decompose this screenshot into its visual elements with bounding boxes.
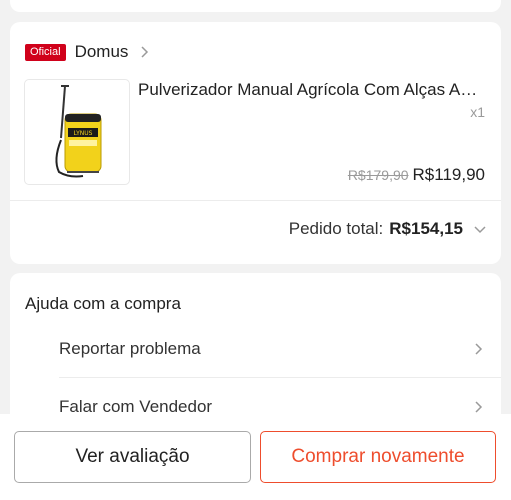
divider [59, 377, 501, 378]
chevron-right-icon [141, 46, 149, 58]
action-footer: Ver avaliação Comprar novamente [0, 414, 511, 500]
order-total-value: R$154,15 [389, 219, 463, 238]
help-card: Ajuda com a compra Reportar problema Fal… [10, 273, 501, 433]
buy-again-button[interactable]: Comprar novamente [260, 431, 496, 483]
divider [10, 200, 501, 201]
order-total-row[interactable]: Pedido total: R$154,15 [289, 219, 487, 239]
chevron-down-icon[interactable] [473, 222, 487, 236]
sprayer-image: LYNUS [55, 85, 102, 178]
product-thumbnail[interactable]: LYNUS [24, 79, 130, 185]
official-badge: Oficial [25, 43, 66, 61]
product-quantity: x1 [470, 104, 485, 120]
sale-price: R$119,90 [412, 165, 485, 184]
order-card: Oficial Domus LYNUS Pulverizador Manual … [10, 22, 501, 264]
chevron-right-icon [475, 401, 483, 413]
view-review-button[interactable]: Ver avaliação [14, 431, 251, 483]
store-header[interactable]: Oficial Domus [25, 41, 151, 63]
report-problem-label: Reportar problema [59, 339, 201, 358]
product-name[interactable]: Pulverizador Manual Agrícola Com Alças A… [138, 80, 478, 100]
previous-card [10, 0, 501, 12]
report-problem-item[interactable]: Reportar problema [59, 329, 501, 369]
chevron-right-icon [475, 343, 483, 355]
original-price: R$179,90 [347, 167, 409, 183]
help-title: Ajuda com a compra [25, 294, 181, 313]
price-row: R$179,90 R$119,90 [348, 165, 485, 185]
store-name[interactable]: Domus [75, 42, 129, 62]
order-total-label: Pedido total: [288, 219, 384, 238]
product-brand-text: LYNUS [74, 130, 93, 137]
